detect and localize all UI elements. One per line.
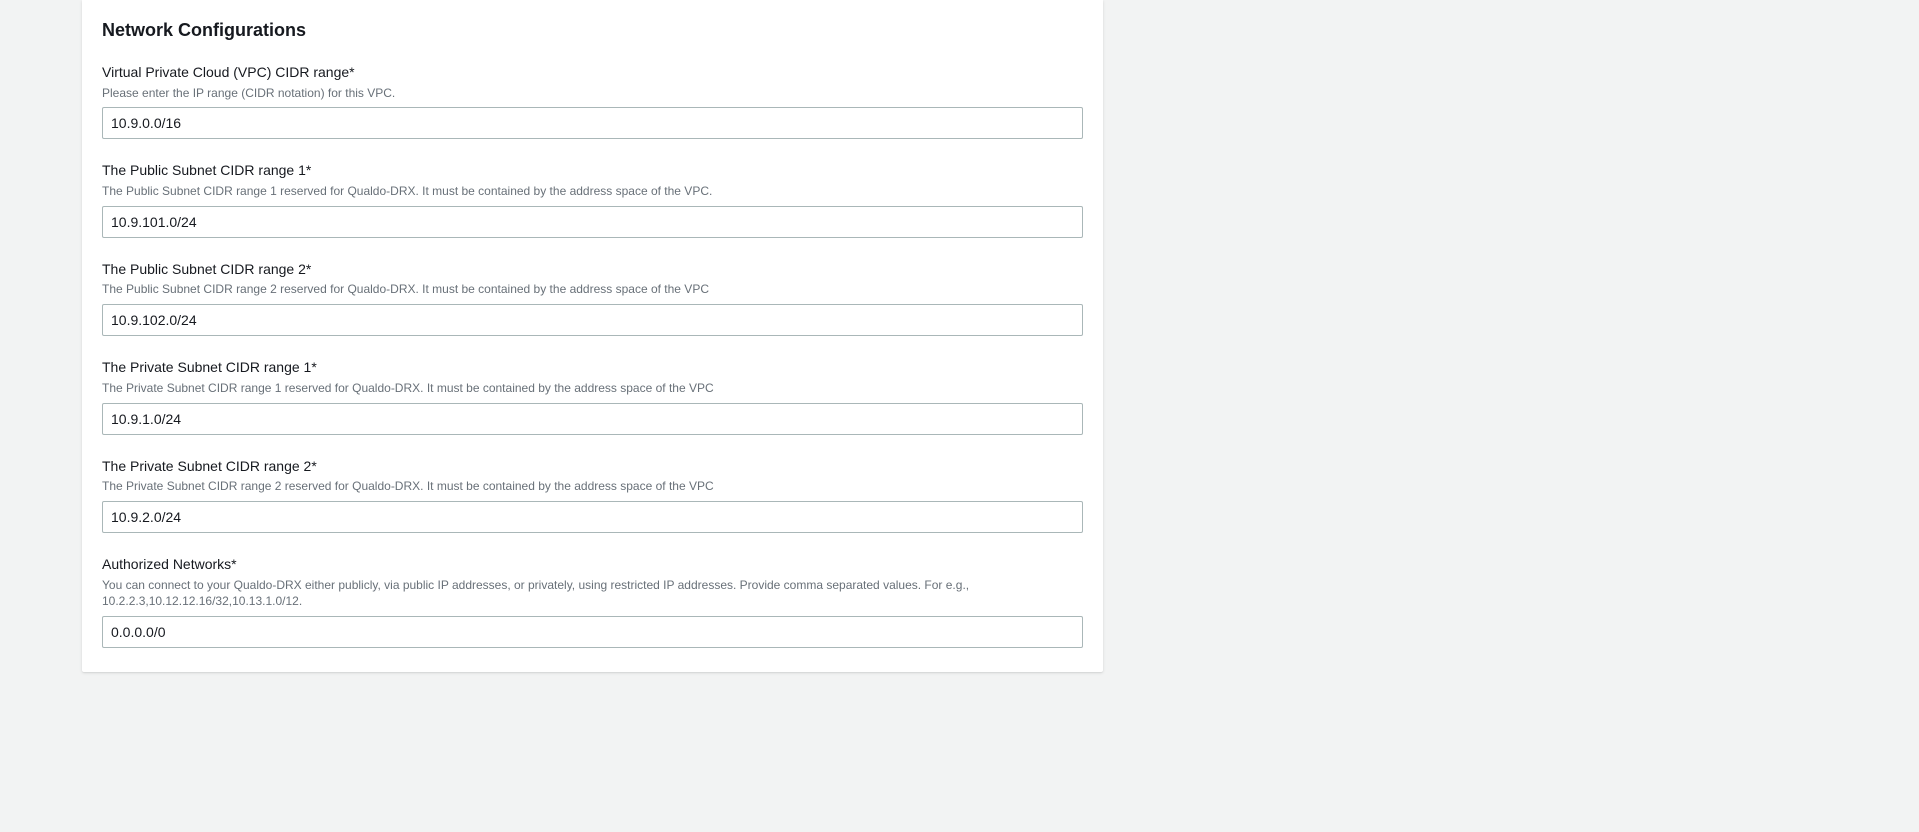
- public-subnet-1-label: The Public Subnet CIDR range 1*: [102, 161, 1083, 181]
- public-subnet-1-input[interactable]: [102, 206, 1083, 238]
- public-subnet-2-input[interactable]: [102, 304, 1083, 336]
- public-subnet-2-field: The Public Subnet CIDR range 2* The Publ…: [102, 260, 1083, 336]
- authorized-networks-field: Authorized Networks* You can connect to …: [102, 555, 1083, 648]
- private-subnet-1-label: The Private Subnet CIDR range 1*: [102, 358, 1083, 378]
- authorized-networks-input[interactable]: [102, 616, 1083, 648]
- private-subnet-1-field: The Private Subnet CIDR range 1* The Pri…: [102, 358, 1083, 434]
- vpc-cidr-field: Virtual Private Cloud (VPC) CIDR range* …: [102, 63, 1083, 139]
- authorized-networks-desc: You can connect to your Qualdo-DRX eithe…: [102, 577, 1083, 611]
- public-subnet-1-desc: The Public Subnet CIDR range 1 reserved …: [102, 183, 1083, 200]
- private-subnet-1-input[interactable]: [102, 403, 1083, 435]
- private-subnet-2-desc: The Private Subnet CIDR range 2 reserved…: [102, 478, 1083, 495]
- private-subnet-2-label: The Private Subnet CIDR range 2*: [102, 457, 1083, 477]
- network-configurations-panel: Network Configurations Virtual Private C…: [82, 0, 1103, 672]
- private-subnet-2-field: The Private Subnet CIDR range 2* The Pri…: [102, 457, 1083, 533]
- public-subnet-2-label: The Public Subnet CIDR range 2*: [102, 260, 1083, 280]
- section-title: Network Configurations: [102, 20, 1083, 41]
- private-subnet-1-desc: The Private Subnet CIDR range 1 reserved…: [102, 380, 1083, 397]
- public-subnet-2-desc: The Public Subnet CIDR range 2 reserved …: [102, 281, 1083, 298]
- public-subnet-1-field: The Public Subnet CIDR range 1* The Publ…: [102, 161, 1083, 237]
- vpc-cidr-label: Virtual Private Cloud (VPC) CIDR range*: [102, 63, 1083, 83]
- vpc-cidr-desc: Please enter the IP range (CIDR notation…: [102, 85, 1083, 102]
- authorized-networks-label: Authorized Networks*: [102, 555, 1083, 575]
- vpc-cidr-input[interactable]: [102, 107, 1083, 139]
- private-subnet-2-input[interactable]: [102, 501, 1083, 533]
